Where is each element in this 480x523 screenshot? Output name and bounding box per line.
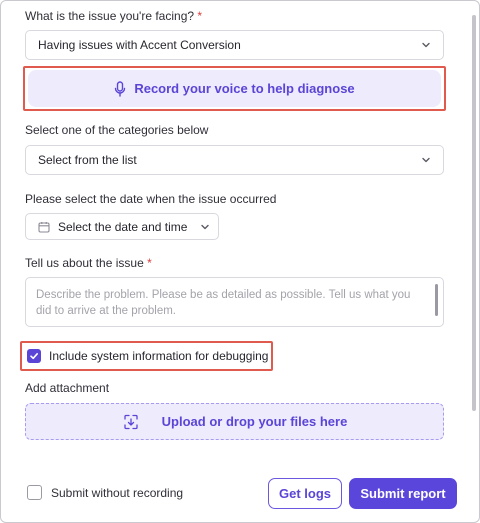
issue-label: What is the issue you're facing? * [25, 9, 202, 23]
calendar-icon [38, 221, 50, 233]
details-label-text: Tell us about the issue [25, 256, 144, 270]
chevron-down-icon [201, 224, 209, 230]
required-mark: * [147, 256, 152, 270]
scrollbar[interactable] [472, 15, 476, 411]
issue-label-text: What is the issue you're facing? [25, 9, 195, 23]
include-sysinfo-label: Include system information for debugging [49, 349, 269, 363]
details-textarea[interactable]: Describe the problem. Please be as detai… [25, 277, 444, 327]
category-select-value: Select from the list [38, 153, 137, 167]
include-sysinfo-row[interactable]: Include system information for debugging [27, 347, 268, 365]
upload-file-icon [122, 413, 140, 431]
submit-without-recording-checkbox[interactable] [27, 485, 42, 500]
attachment-label: Add attachment [25, 381, 110, 395]
details-placeholder: Describe the problem. Please be as detai… [36, 289, 411, 317]
category-label: Select one of the categories below [25, 123, 209, 137]
issue-select[interactable]: Having issues with Accent Conversion [25, 30, 444, 60]
chevron-down-icon [422, 42, 430, 48]
details-label: Tell us about the issue * [25, 256, 152, 270]
textarea-scrollbar[interactable] [435, 284, 438, 316]
chevron-down-icon [422, 157, 430, 163]
report-issue-dialog: What is the issue you're facing? * Havin… [0, 0, 480, 523]
submit-without-recording-label: Submit without recording [51, 485, 184, 500]
upload-dropzone[interactable]: Upload or drop your files here [25, 403, 444, 440]
upload-label: Upload or drop your files here [161, 414, 348, 429]
date-picker-button[interactable]: Select the date and time [25, 213, 219, 240]
category-select[interactable]: Select from the list [25, 145, 444, 175]
record-voice-label: Record your voice to help diagnose [134, 81, 355, 96]
get-logs-label: Get logs [278, 486, 331, 501]
submit-report-button[interactable]: Submit report [349, 478, 457, 509]
required-mark: * [197, 9, 203, 23]
date-picker-label: Select the date and time [58, 219, 188, 234]
check-icon [30, 353, 38, 360]
submit-report-label: Submit report [360, 486, 446, 501]
microphone-icon [114, 80, 126, 97]
date-label: Please select the date when the issue oc… [25, 192, 277, 206]
submit-without-recording-row[interactable]: Submit without recording [27, 485, 183, 500]
issue-select-value: Having issues with Accent Conversion [38, 38, 241, 52]
include-sysinfo-checkbox[interactable] [27, 349, 41, 363]
record-voice-button[interactable]: Record your voice to help diagnose [28, 70, 441, 107]
get-logs-button[interactable]: Get logs [268, 478, 342, 509]
